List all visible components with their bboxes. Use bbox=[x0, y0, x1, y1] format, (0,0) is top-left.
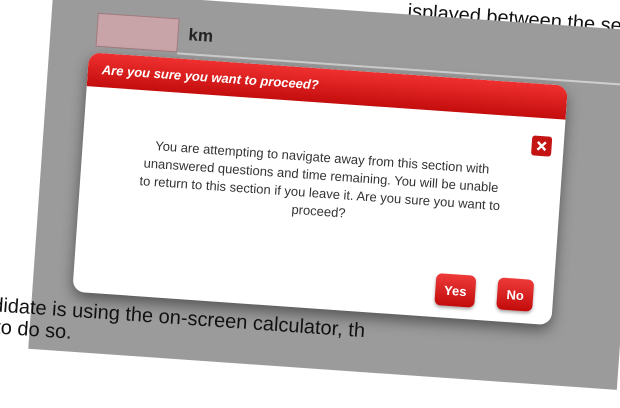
yes-button[interactable]: Yes bbox=[434, 273, 477, 308]
dialog-title: Are you sure you want to proceed? bbox=[101, 62, 320, 93]
close-icon bbox=[536, 140, 547, 152]
screen: isplayed between the se km Are you sure … bbox=[0, 0, 620, 406]
close-button[interactable] bbox=[530, 135, 553, 157]
no-button[interactable]: No bbox=[496, 277, 535, 312]
dialog-message: You are attempting to navigate away from… bbox=[139, 138, 501, 221]
unit-label: km bbox=[187, 25, 214, 46]
answer-input[interactable] bbox=[95, 12, 180, 53]
confirm-dialog: Are you sure you want to proceed? You ar… bbox=[72, 52, 568, 326]
